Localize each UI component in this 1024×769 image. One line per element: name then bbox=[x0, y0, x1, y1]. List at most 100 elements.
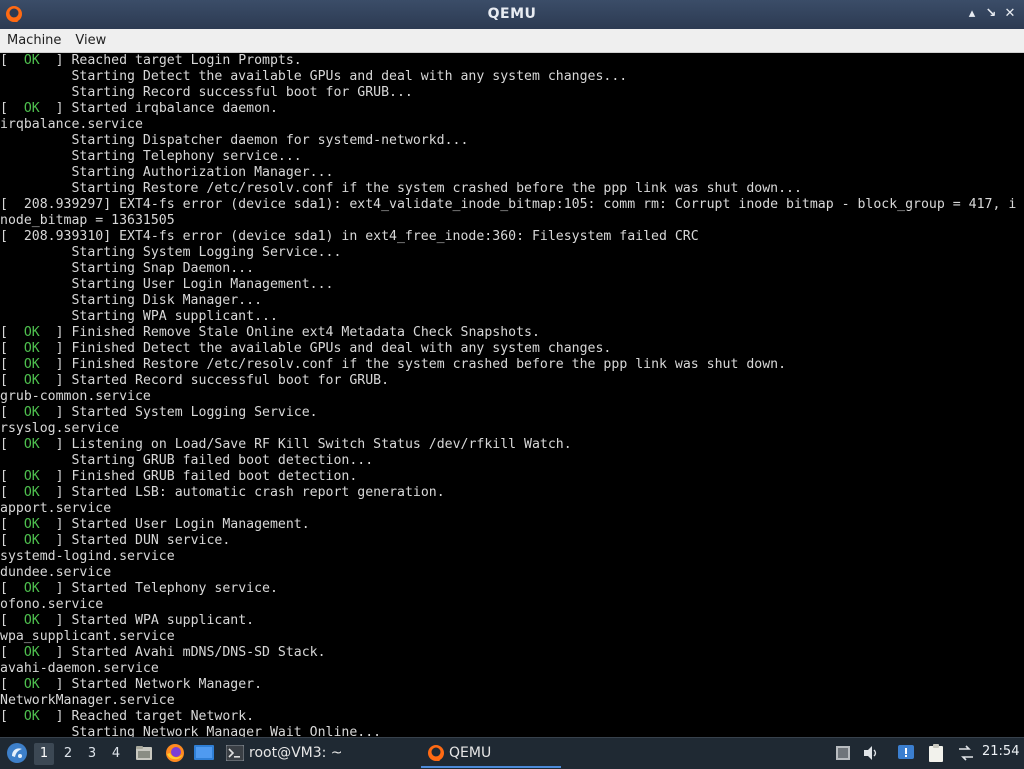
status-bracket-close: ] bbox=[39, 517, 72, 532]
console-line: Starting GRUB failed boot detection... bbox=[0, 453, 373, 469]
status-bracket-open: [ bbox=[0, 581, 24, 596]
console-line: Starting Telephony service... bbox=[0, 149, 301, 165]
console-line: [ 208.939297] EXT4-fs error (device sda1… bbox=[0, 197, 1016, 213]
console-text: Starting Record successful boot for GRUB… bbox=[0, 85, 413, 100]
status-ok: OK bbox=[23, 101, 40, 116]
notification-icon[interactable] bbox=[897, 744, 915, 762]
menu-bar: Machine View bbox=[0, 29, 1024, 53]
console-text: Started User Login Management. bbox=[71, 517, 310, 532]
status-bracket-open: [ bbox=[0, 53, 24, 68]
console-text: dundee.service bbox=[0, 565, 112, 580]
status-bracket-open: [ bbox=[0, 709, 24, 724]
status-bracket-close: ] bbox=[39, 101, 72, 116]
qemu-window: QEMU ▴ ↘ ✕ Machine View [ OK ] Reached ta… bbox=[0, 0, 1024, 737]
console-text: systemd-logind.service bbox=[0, 549, 175, 564]
console-line: Starting Record successful boot for GRUB… bbox=[0, 85, 413, 101]
console-line: [ OK ] Started DUN service. bbox=[0, 533, 230, 549]
status-bracket-open: [ bbox=[0, 485, 24, 500]
status-bracket-open: [ bbox=[0, 101, 24, 116]
console-text: Starting Dispatcher daemon for systemd-n… bbox=[0, 133, 469, 148]
console-line: NetworkManager.service bbox=[0, 693, 175, 709]
status-bracket-open: [ bbox=[0, 437, 24, 452]
minimize-button[interactable]: ▴ bbox=[964, 6, 980, 22]
window-title: QEMU bbox=[487, 6, 537, 22]
console-line: [ OK ] Started irqbalance daemon. bbox=[0, 101, 278, 117]
console-line: grub-common.service bbox=[0, 389, 151, 405]
title-bar[interactable]: QEMU ▴ ↘ ✕ bbox=[0, 0, 1024, 29]
console-line: [ OK ] Started LSB: automatic crash repo… bbox=[0, 485, 445, 501]
task-terminal[interactable]: root@VM3: ~ bbox=[249, 739, 343, 768]
console-text: Finished Restore /etc/resolv.conf if the… bbox=[71, 357, 787, 372]
network-icon[interactable] bbox=[957, 745, 975, 761]
menu-view[interactable]: View bbox=[68, 30, 113, 53]
status-ok: OK bbox=[23, 53, 40, 68]
console-line: Starting Dispatcher daemon for systemd-n… bbox=[0, 133, 468, 149]
status-ok: OK bbox=[23, 645, 40, 660]
status-bracket-close: ] bbox=[39, 485, 72, 500]
vm-console[interactable]: [ OK ] Reached target Login Prompts. Sta… bbox=[0, 53, 1024, 737]
workspace-1[interactable]: 1 bbox=[34, 743, 54, 765]
console-text: Starting Network Manager Wait Online... bbox=[0, 725, 382, 737]
console-text: Starting Detect the available GPUs and d… bbox=[0, 69, 628, 84]
workspace-3[interactable]: 3 bbox=[82, 743, 102, 765]
status-ok: OK bbox=[23, 437, 40, 452]
status-bracket-open: [ bbox=[0, 325, 24, 340]
status-bracket-open: [ bbox=[0, 357, 24, 372]
status-bracket-close: ] bbox=[39, 405, 72, 420]
console-line: [ OK ] Finished Remove Stale Online ext4… bbox=[0, 325, 540, 341]
status-bracket-close: ] bbox=[39, 325, 72, 340]
status-bracket-close: ] bbox=[39, 373, 72, 388]
status-ok: OK bbox=[23, 469, 40, 484]
status-bracket-open: [ bbox=[0, 341, 24, 356]
workspace-2[interactable]: 2 bbox=[58, 743, 78, 765]
desktop-icon[interactable] bbox=[193, 743, 215, 763]
console-line: [ OK ] Reached target Network. bbox=[0, 709, 254, 725]
status-bracket-close: ] bbox=[39, 53, 72, 68]
console-line: Starting WPA supplicant... bbox=[0, 309, 277, 325]
console-text: wpa_supplicant.service bbox=[0, 629, 175, 644]
console-text: Starting User Login Management... bbox=[0, 277, 334, 292]
console-line: irqbalance.service bbox=[0, 117, 143, 133]
console-line: Starting Authorization Manager... bbox=[0, 165, 333, 181]
volume-icon[interactable] bbox=[862, 745, 880, 761]
console-text: avahi-daemon.service bbox=[0, 661, 159, 676]
console-line: Starting System Logging Service... bbox=[0, 245, 341, 261]
console-text: Starting GRUB failed boot detection... bbox=[0, 453, 374, 468]
maximize-button[interactable]: ↘ bbox=[983, 6, 999, 22]
menu-machine[interactable]: Machine bbox=[0, 30, 68, 53]
console-text: Started System Logging Service. bbox=[71, 405, 318, 420]
console-text: Finished GRUB failed boot detection. bbox=[71, 469, 358, 484]
file-manager-icon[interactable] bbox=[134, 743, 154, 763]
console-text: Starting Authorization Manager... bbox=[0, 165, 334, 180]
console-line: [ OK ] Started Record successful boot fo… bbox=[0, 373, 389, 389]
console-text: Started Record successful boot for GRUB. bbox=[71, 373, 390, 388]
status-bracket-close: ] bbox=[39, 357, 72, 372]
close-button[interactable]: ✕ bbox=[1002, 6, 1018, 22]
console-line: avahi-daemon.service bbox=[0, 661, 159, 677]
console-line: [ OK ] Finished Restore /etc/resolv.conf… bbox=[0, 357, 786, 373]
console-line: [ OK ] Started Telephony service. bbox=[0, 581, 278, 597]
status-ok: OK bbox=[23, 581, 40, 596]
firefox-icon[interactable] bbox=[164, 742, 186, 764]
clock[interactable]: 21:54 bbox=[982, 744, 1019, 759]
status-bracket-close: ] bbox=[39, 469, 72, 484]
status-bracket-open: [ bbox=[0, 645, 24, 660]
console-text: Listening on Load/Save RF Kill Switch St… bbox=[71, 437, 572, 452]
console-text: node_bitmap = 13631505 bbox=[0, 213, 175, 228]
workspace-4[interactable]: 4 bbox=[106, 743, 126, 765]
console-text: Started DUN service. bbox=[71, 533, 231, 548]
console-text: Started LSB: automatic crash report gene… bbox=[71, 485, 445, 500]
console-line: ofono.service bbox=[0, 597, 103, 613]
clipboard-icon[interactable] bbox=[926, 743, 946, 763]
status-ok: OK bbox=[23, 341, 40, 356]
console-text: irqbalance.service bbox=[0, 117, 143, 132]
tray-window-icon[interactable] bbox=[835, 745, 851, 761]
console-line: systemd-logind.service bbox=[0, 549, 175, 565]
status-bracket-close: ] bbox=[39, 533, 72, 548]
console-line: Starting User Login Management... bbox=[0, 277, 333, 293]
status-ok: OK bbox=[23, 517, 40, 532]
console-line: [ OK ] Started User Login Management. bbox=[0, 517, 310, 533]
console-text: rsyslog.service bbox=[0, 421, 120, 436]
start-menu-icon[interactable] bbox=[6, 742, 28, 764]
status-bracket-close: ] bbox=[39, 581, 72, 596]
